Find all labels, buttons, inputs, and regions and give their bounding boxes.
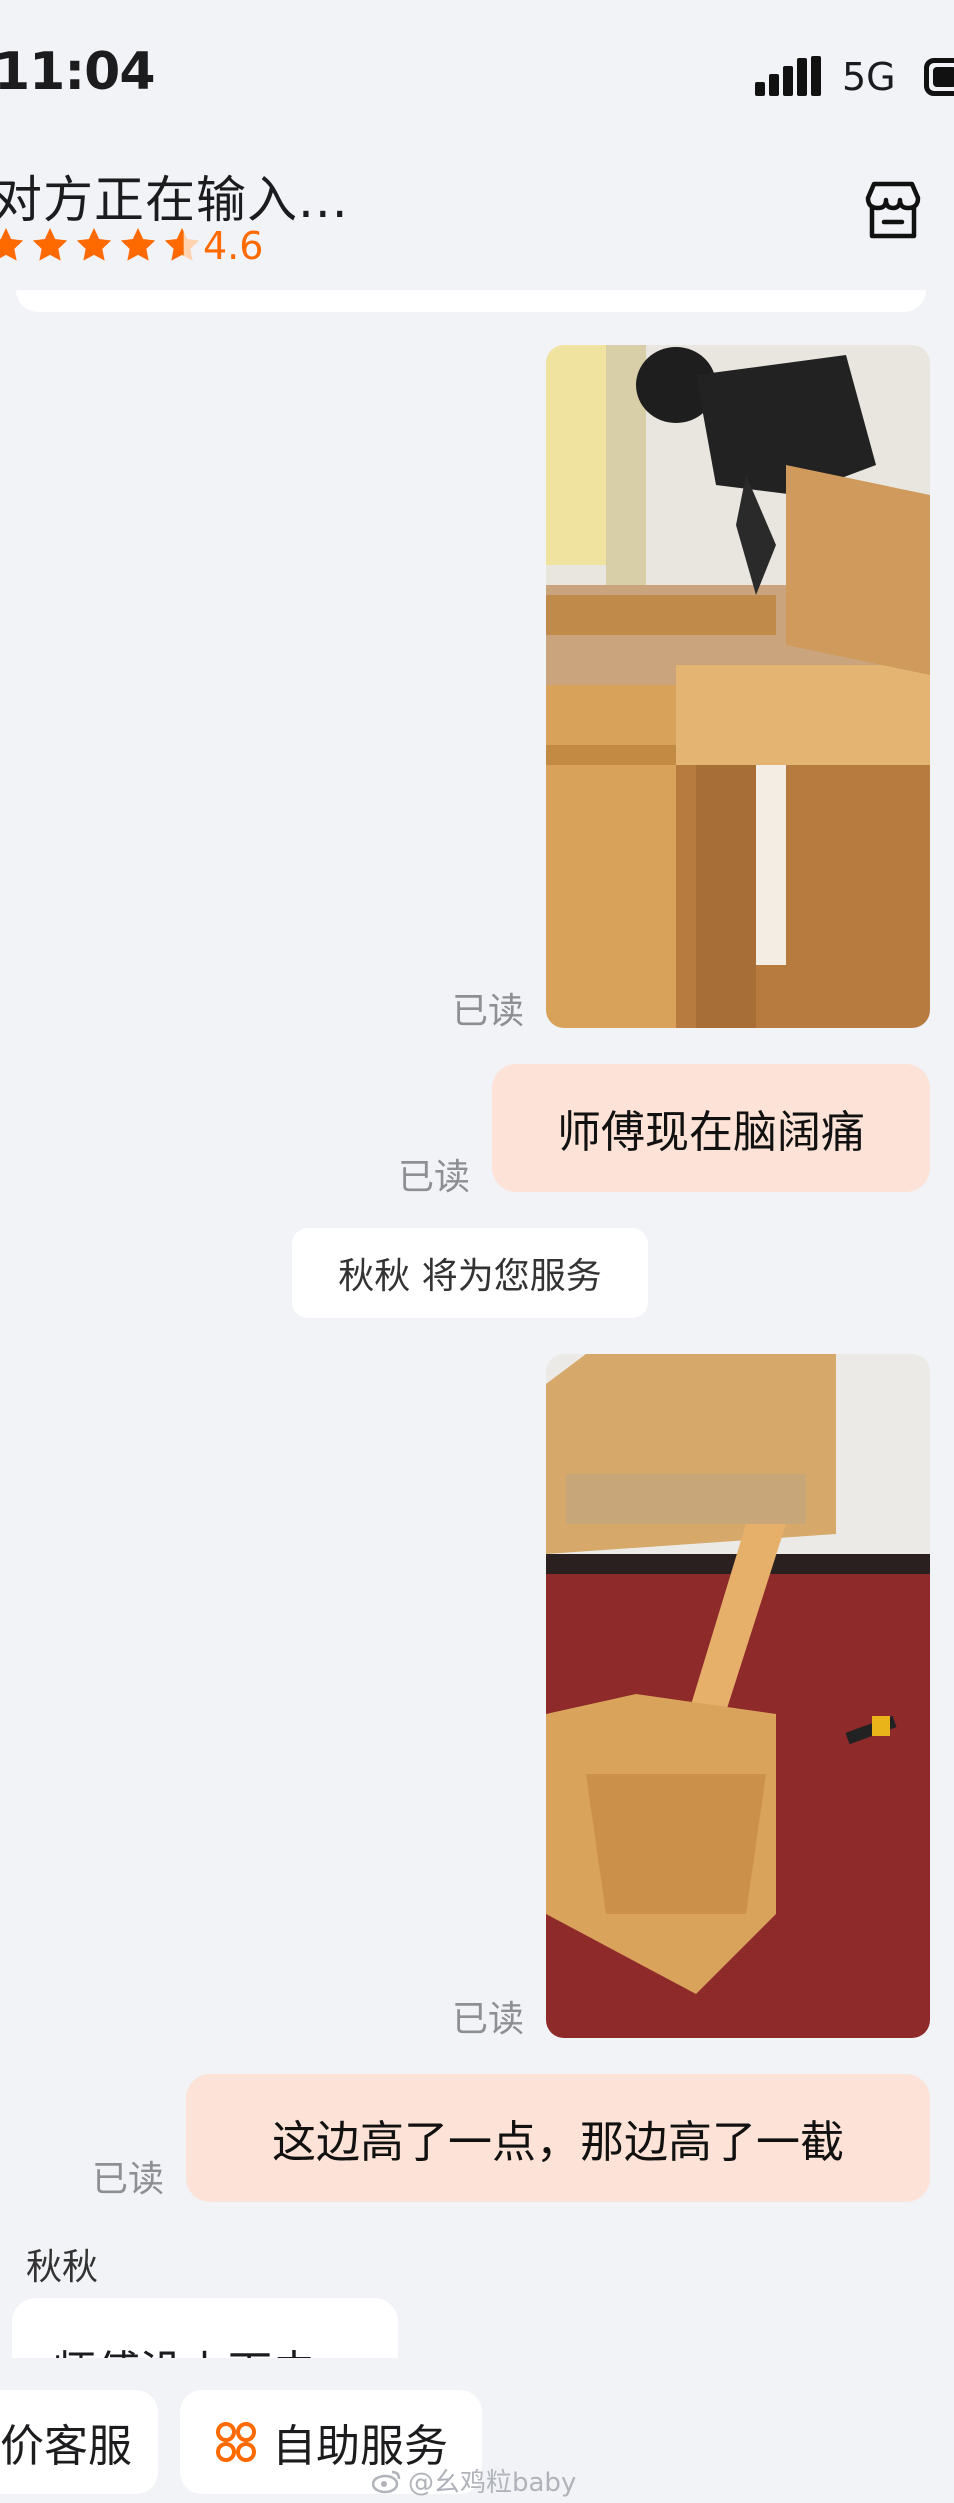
bed-frame-photo: [546, 1354, 930, 2038]
watermark-text: @幺鸡粒baby: [408, 2468, 577, 2498]
weibo-icon: [372, 2470, 401, 2493]
rating-stars: [0, 225, 202, 265]
incoming-message[interactable]: 师傅没上下去: [12, 2298, 398, 2364]
signal-icon: [755, 56, 821, 96]
outgoing-message[interactable]: 这边高了一点，那边高了一截: [186, 2074, 930, 2202]
star-icon: [76, 228, 112, 261]
previous-card-edge: [16, 290, 926, 312]
read-status: 已读: [452, 991, 525, 1032]
customer-service-label: 价客服: [0, 2421, 132, 2472]
star-icon: [0, 228, 24, 261]
customer-service-button[interactable]: 价客服: [0, 2390, 158, 2494]
watermark: @幺鸡粒baby: [372, 2462, 576, 2499]
chat-title: 对方正在输入...: [0, 171, 349, 229]
outgoing-message[interactable]: 师傅现在脑阔痛: [492, 1064, 930, 1192]
rating-value: 4.6: [203, 224, 264, 268]
star-icon: [32, 228, 68, 261]
read-status: 已读: [92, 2159, 165, 2200]
star-half-icon: [164, 228, 200, 261]
store-icon[interactable]: [858, 176, 928, 246]
read-status: 已读: [452, 1999, 525, 2040]
photo-message[interactable]: [546, 345, 930, 1028]
status-time: 11:04: [0, 42, 156, 102]
network-type: 5G: [842, 55, 896, 99]
photo-message[interactable]: [546, 1354, 930, 2038]
system-note: 秋秋 将为您服务: [292, 1228, 648, 1318]
star-icon: [120, 228, 156, 261]
battery-icon: [924, 58, 954, 96]
grid-icon: [216, 2422, 256, 2462]
sender-name: 秋秋: [26, 2247, 99, 2288]
read-status: 已读: [398, 1157, 471, 1198]
status-bar: 11:04 5G: [0, 0, 954, 150]
bed-frame-photo: [546, 345, 930, 1028]
